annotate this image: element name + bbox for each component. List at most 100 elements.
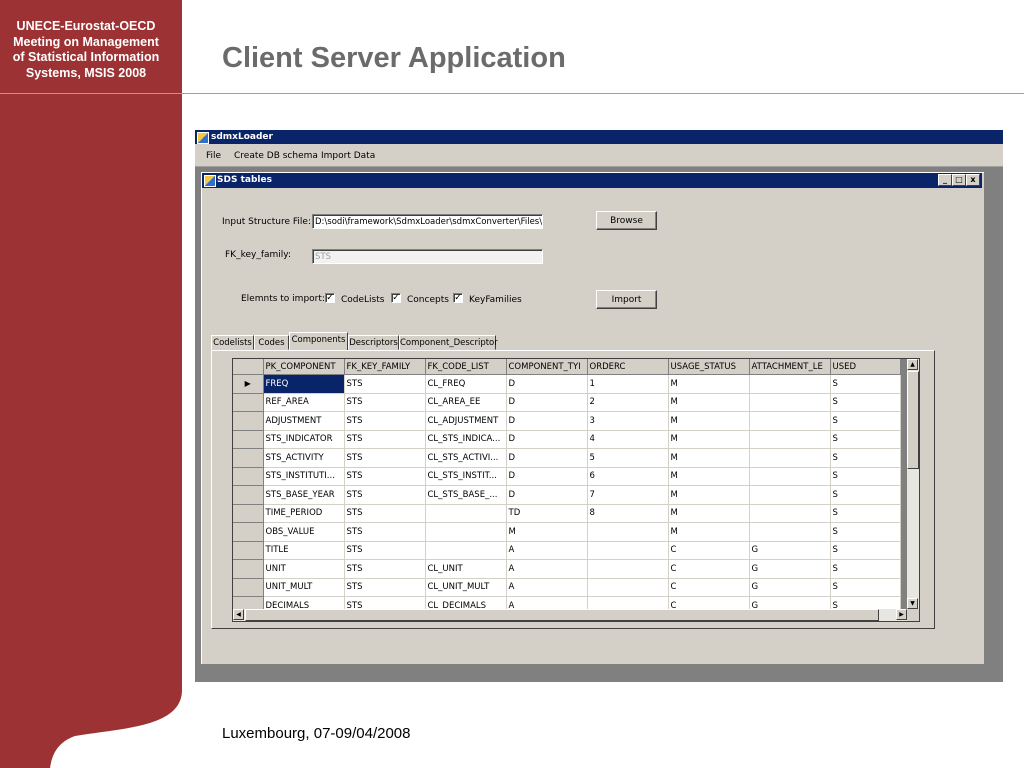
table-cell[interactable]: C bbox=[668, 559, 750, 579]
table-row[interactable]: ▶ FREQ STS CL_FREQ D 1 M S bbox=[233, 374, 901, 394]
tab-component-descriptor[interactable]: Component_Descriptor bbox=[399, 335, 498, 350]
table-cell[interactable]: S bbox=[830, 485, 901, 505]
table-cell[interactable]: A bbox=[506, 559, 588, 579]
table-cell[interactable] bbox=[749, 374, 831, 394]
import-button[interactable]: Import bbox=[596, 290, 657, 309]
table-cell[interactable] bbox=[749, 430, 831, 449]
tab-codes[interactable]: Codes bbox=[254, 335, 289, 350]
table-cell[interactable]: S bbox=[830, 411, 901, 431]
tab-descriptors[interactable]: Descriptors bbox=[348, 335, 399, 350]
table-cell[interactable]: M bbox=[668, 504, 750, 523]
table-cell[interactable]: STS_BASE_YEAR bbox=[263, 485, 345, 505]
table-cell[interactable]: S bbox=[830, 541, 901, 560]
table-cell[interactable]: D bbox=[506, 411, 588, 431]
table-row[interactable]: STS_INDICATOR STS CL_STS_INDICA... D 4 M S bbox=[233, 430, 901, 449]
scroll-left-arrow-icon[interactable]: ◀ bbox=[233, 609, 244, 620]
close-button[interactable]: x bbox=[966, 174, 980, 186]
table-cell[interactable]: ADJUSTMENT bbox=[263, 411, 345, 431]
vertical-scrollbar[interactable]: ▲ ▼ bbox=[907, 359, 919, 609]
row-header[interactable] bbox=[233, 504, 264, 523]
table-cell[interactable]: TD bbox=[506, 504, 588, 523]
table-cell[interactable]: G bbox=[749, 541, 831, 560]
table-cell[interactable]: STS_INSTITUTI... bbox=[263, 467, 345, 486]
table-cell[interactable]: S bbox=[830, 374, 901, 394]
keyfamilies-checkbox[interactable]: ✓ bbox=[453, 293, 463, 303]
column-header[interactable]: PK_COMPONENT bbox=[263, 359, 345, 375]
table-row[interactable]: STS_BASE_YEAR STS CL_STS_BASE_... D 7 M S bbox=[233, 485, 901, 505]
table-cell[interactable]: S bbox=[830, 559, 901, 579]
table-cell[interactable]: 3 bbox=[587, 411, 669, 431]
table-cell[interactable]: 4 bbox=[587, 430, 669, 449]
table-cell[interactable]: UNIT bbox=[263, 559, 345, 579]
tab-codelists[interactable]: Codelists bbox=[211, 335, 254, 350]
column-header[interactable]: USED bbox=[830, 359, 901, 375]
table-cell[interactable]: D bbox=[506, 393, 588, 412]
table-cell[interactable]: CL_UNIT bbox=[425, 559, 507, 579]
table-cell[interactable]: CL_FREQ bbox=[425, 374, 507, 394]
table-cell[interactable] bbox=[749, 448, 831, 468]
table-cell[interactable] bbox=[425, 541, 507, 560]
table-row[interactable]: TITLE STS A C G S bbox=[233, 541, 901, 560]
codelists-checkbox[interactable]: ✓ bbox=[325, 293, 335, 303]
table-cell[interactable]: STS bbox=[344, 541, 426, 560]
horizontal-scroll-thumb[interactable] bbox=[245, 609, 879, 621]
table-row[interactable]: OBS_VALUE STS M M S bbox=[233, 522, 901, 542]
table-cell[interactable]: M bbox=[668, 430, 750, 449]
table-cell[interactable]: S bbox=[830, 430, 901, 449]
table-cell[interactable]: OBS_VALUE bbox=[263, 522, 345, 542]
table-cell[interactable]: S bbox=[830, 448, 901, 468]
table-cell[interactable]: STS bbox=[344, 467, 426, 486]
column-header[interactable]: USAGE_STATUS bbox=[668, 359, 750, 375]
table-cell[interactable]: STS bbox=[344, 559, 426, 579]
row-header[interactable] bbox=[233, 411, 264, 431]
table-cell[interactable]: STS bbox=[344, 485, 426, 505]
table-cell[interactable]: CL_STS_INSTIT... bbox=[425, 467, 507, 486]
table-cell[interactable] bbox=[749, 504, 831, 523]
table-row[interactable]: STS_ACTIVITY STS CL_STS_ACTIVI... D 5 M S bbox=[233, 448, 901, 468]
table-cell[interactable]: S bbox=[830, 504, 901, 523]
vertical-scroll-thumb[interactable] bbox=[907, 371, 919, 469]
table-cell[interactable] bbox=[587, 541, 669, 560]
menu-file[interactable]: File bbox=[206, 151, 221, 161]
table-cell[interactable]: D bbox=[506, 430, 588, 449]
table-cell[interactable]: CL_STS_INDICA... bbox=[425, 430, 507, 449]
row-header[interactable] bbox=[233, 430, 264, 449]
column-header[interactable]: ATTACHMENT_LE bbox=[749, 359, 831, 375]
table-cell[interactable] bbox=[749, 522, 831, 542]
table-cell[interactable]: M bbox=[506, 522, 588, 542]
table-cell[interactable]: STS_INDICATOR bbox=[263, 430, 345, 449]
table-cell[interactable] bbox=[749, 485, 831, 505]
table-row[interactable]: UNIT_MULT STS CL_UNIT_MULT A C G S bbox=[233, 578, 901, 597]
table-cell[interactable] bbox=[587, 522, 669, 542]
table-cell[interactable] bbox=[749, 411, 831, 431]
table-cell[interactable]: STS bbox=[344, 504, 426, 523]
column-header[interactable]: ORDERC bbox=[587, 359, 669, 375]
table-cell[interactable]: D bbox=[506, 467, 588, 486]
table-cell[interactable]: STS bbox=[344, 430, 426, 449]
browse-button[interactable]: Browse bbox=[596, 211, 657, 230]
column-header[interactable]: FK_CODE_LIST bbox=[425, 359, 507, 375]
row-header[interactable] bbox=[233, 485, 264, 505]
scroll-down-arrow-icon[interactable]: ▼ bbox=[907, 598, 918, 609]
minimize-button[interactable]: _ bbox=[938, 174, 952, 186]
table-cell[interactable]: S bbox=[830, 578, 901, 597]
table-cell[interactable] bbox=[749, 467, 831, 486]
table-row[interactable]: TIME_PERIOD STS TD 8 M S bbox=[233, 504, 901, 523]
row-header[interactable] bbox=[233, 541, 264, 560]
table-cell[interactable]: STS bbox=[344, 578, 426, 597]
table-cell[interactable]: S bbox=[830, 393, 901, 412]
table-cell[interactable]: TIME_PERIOD bbox=[263, 504, 345, 523]
table-cell[interactable]: 8 bbox=[587, 504, 669, 523]
column-header[interactable]: FK_KEY_FAMILY bbox=[344, 359, 426, 375]
table-cell[interactable]: REF_AREA bbox=[263, 393, 345, 412]
table-cell[interactable]: UNIT_MULT bbox=[263, 578, 345, 597]
menu-create-db-schema[interactable]: Create DB schema bbox=[234, 151, 318, 161]
maximize-button[interactable]: □ bbox=[952, 174, 966, 186]
table-cell[interactable]: D bbox=[506, 485, 588, 505]
table-cell[interactable]: A bbox=[506, 541, 588, 560]
input-structure-field[interactable]: D:\sodi\framework\SdmxLoader\sdmxConvert… bbox=[312, 214, 543, 229]
table-cell[interactable]: FREQ bbox=[263, 374, 345, 394]
table-cell[interactable]: D bbox=[506, 374, 588, 394]
fk-key-family-field[interactable]: STS bbox=[312, 249, 543, 264]
row-header[interactable] bbox=[233, 393, 264, 412]
